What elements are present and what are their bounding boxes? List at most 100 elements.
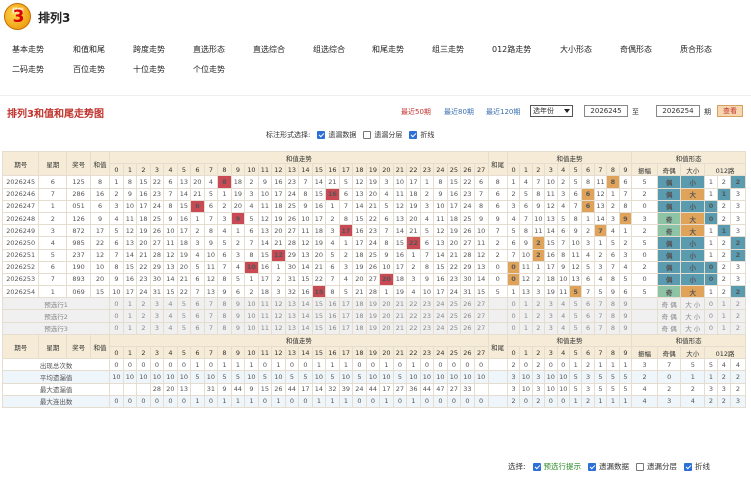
- tail-miss-cell: 10: [544, 175, 558, 189]
- tail-miss-cell: 7: [531, 175, 546, 189]
- nav-link[interactable]: 百位走势: [73, 64, 105, 75]
- sum-miss-cell: 10: [109, 285, 124, 299]
- nav-link[interactable]: 二码走势: [12, 64, 44, 75]
- cell-span: 2: [631, 260, 658, 274]
- sum-col-header: 2: [136, 163, 151, 177]
- road-miss-cell: 3: [729, 187, 747, 201]
- preselect-sum-cell: 18: [352, 309, 367, 323]
- checkbox-miss-data[interactable]: [588, 462, 597, 471]
- panel-title: 排列3和值和尾走势图: [7, 109, 104, 120]
- sum-miss-cell: 8: [163, 199, 178, 213]
- nav-link[interactable]: 十位走势: [133, 64, 165, 75]
- preselect-sum-cell: 23: [419, 321, 435, 335]
- tail-hit-ball: 8: [606, 175, 620, 189]
- preselect-road: 2: [729, 297, 747, 311]
- cell-week: 1: [38, 199, 68, 213]
- preselect-sum-cell: 8: [217, 297, 232, 311]
- nav-link[interactable]: 直选形态: [193, 44, 225, 55]
- stat-tail-cell: 5: [593, 382, 608, 396]
- preselect-sum-cell: 4: [163, 309, 178, 323]
- options-label: 标注形式选择:: [266, 131, 311, 139]
- road-miss-cell: 2: [716, 285, 731, 299]
- sum-miss-cell: 15: [311, 187, 327, 201]
- cell-tail: 6: [487, 199, 508, 213]
- sum-miss-cell: 3: [379, 175, 394, 189]
- year-select-value: 选年份: [533, 107, 554, 115]
- checkbox-polyline[interactable]: [684, 462, 693, 471]
- tail-miss-cell: 7: [581, 285, 595, 299]
- sum-miss-cell: 19: [352, 260, 367, 274]
- stat-sum-cell: 28: [149, 382, 165, 396]
- sum-col-header: 6: [190, 345, 205, 360]
- preselect-sum-cell: 19: [365, 309, 381, 323]
- stat-form-cell: 3: [729, 394, 747, 408]
- sum-miss-cell: 6: [419, 236, 435, 250]
- sum-miss-cell: 19: [271, 211, 286, 226]
- nav-link[interactable]: 组选综合: [313, 44, 345, 55]
- sum-miss-cell: 9: [109, 272, 124, 287]
- cell-span: 3: [631, 211, 658, 226]
- nav-link[interactable]: 基本走势: [12, 44, 44, 55]
- nav-link[interactable]: 和尾走势: [372, 44, 404, 55]
- cell-span: 2: [631, 224, 658, 238]
- tail-miss-cell: 2: [556, 175, 570, 189]
- sum-miss-cell: 10: [203, 248, 219, 262]
- preselect-row[interactable]: 预选行1 0 1 2 3 4 5 6 7 8 9 10 11 12 13 14 15 16 17 18 19 20 21 22…: [1, 297, 747, 311]
- stat-sum-cell: 0: [460, 394, 475, 408]
- stat-sum-cell: 10: [163, 370, 178, 384]
- stat-sum-cell: 0: [460, 358, 475, 372]
- stat-sum-cell: 32: [325, 382, 340, 396]
- nav-link[interactable]: 和值和尾: [73, 44, 105, 55]
- tail-col-header: 4: [556, 345, 570, 360]
- sum-miss-cell: 5: [244, 211, 259, 226]
- preselect-sum-cell: 1: [122, 321, 138, 335]
- nav-link[interactable]: 跨度走势: [133, 44, 165, 55]
- sum-hit-ball: 15: [311, 285, 327, 299]
- recent-120-link[interactable]: 最近120期: [486, 107, 520, 117]
- nav-link[interactable]: 直选综合: [253, 44, 285, 55]
- from-issue-input[interactable]: 2026245: [584, 105, 628, 117]
- stat-sum-cell: 0: [176, 394, 192, 408]
- year-select[interactable]: 选年份: [530, 105, 573, 117]
- sum-miss-cell: 5: [338, 285, 354, 299]
- nav-link[interactable]: 质合形态: [680, 44, 712, 55]
- to-issue-input[interactable]: 2026254: [656, 105, 700, 117]
- query-button[interactable]: 查看: [717, 105, 743, 117]
- preselect-tail-cell: 1: [519, 297, 533, 311]
- road-miss-cell: 1: [704, 248, 718, 262]
- tail-miss-cell: 6: [556, 224, 570, 238]
- preselect-row[interactable]: 预选行2 0 1 2 3 4 5 6 7 8 9 10 11 12 13 14 15 16 17 18 19 20 21 22…: [1, 309, 747, 323]
- nav-link[interactable]: 个位走势: [193, 64, 225, 75]
- nav-link[interactable]: 奇偶形态: [620, 44, 652, 55]
- recent-50-link[interactable]: 最近50期: [401, 107, 431, 117]
- tail-miss-cell: 10: [531, 211, 546, 226]
- table-row: 2026249 3 872 17 5 12 19 26 10 17 2 8 4 1 6 13 20 27 11 18 3…: [1, 224, 747, 238]
- sum-miss-cell: 5: [230, 272, 246, 287]
- cell-size: 小: [680, 175, 706, 189]
- sum-miss-cell: 18: [392, 272, 408, 287]
- checkbox-miss-data[interactable]: [317, 131, 326, 139]
- checkbox-miss-layer[interactable]: [636, 462, 645, 471]
- sum-miss-cell: 5: [338, 175, 354, 189]
- sum-miss-cell: 25: [365, 248, 381, 262]
- preselect-row[interactable]: 预选行3 0 1 2 3 4 5 6 7 8 9 10 11 12 13 14 15 16 17 18 19 20 21 22…: [1, 321, 747, 335]
- sum-miss-cell: 11: [163, 236, 178, 250]
- checkbox-polyline[interactable]: [409, 131, 418, 139]
- nav-link[interactable]: 大小形态: [560, 44, 592, 55]
- stat-sum-cell: 1: [325, 394, 340, 408]
- sum-miss-cell: 3: [419, 199, 435, 213]
- nav-link[interactable]: 组三走势: [432, 44, 464, 55]
- checkbox-preselect-hint[interactable]: [532, 462, 541, 471]
- trend-table: 期号 星期 奖号 和值 和值走势 和尾 和值走势 和值形态 0 1 2 3 4 5 6 7 8 9 10 11 12 13…: [1, 150, 747, 408]
- stat-sum-cell: 5: [352, 370, 367, 384]
- sum-miss-cell: 11: [122, 211, 138, 226]
- recent-80-link[interactable]: 最近80期: [444, 107, 474, 117]
- tail-miss-cell: 10: [519, 248, 533, 262]
- stat-tail-cell: 1: [606, 394, 620, 408]
- road-hit-ball: 2: [729, 248, 747, 262]
- stat-sum-cell: 0: [136, 394, 151, 408]
- nav-link[interactable]: 012路走势: [492, 44, 531, 55]
- checkbox-miss-layer[interactable]: [363, 131, 372, 139]
- stat-sum-cell: 0: [149, 358, 165, 372]
- sum-miss-cell: 7: [325, 272, 340, 287]
